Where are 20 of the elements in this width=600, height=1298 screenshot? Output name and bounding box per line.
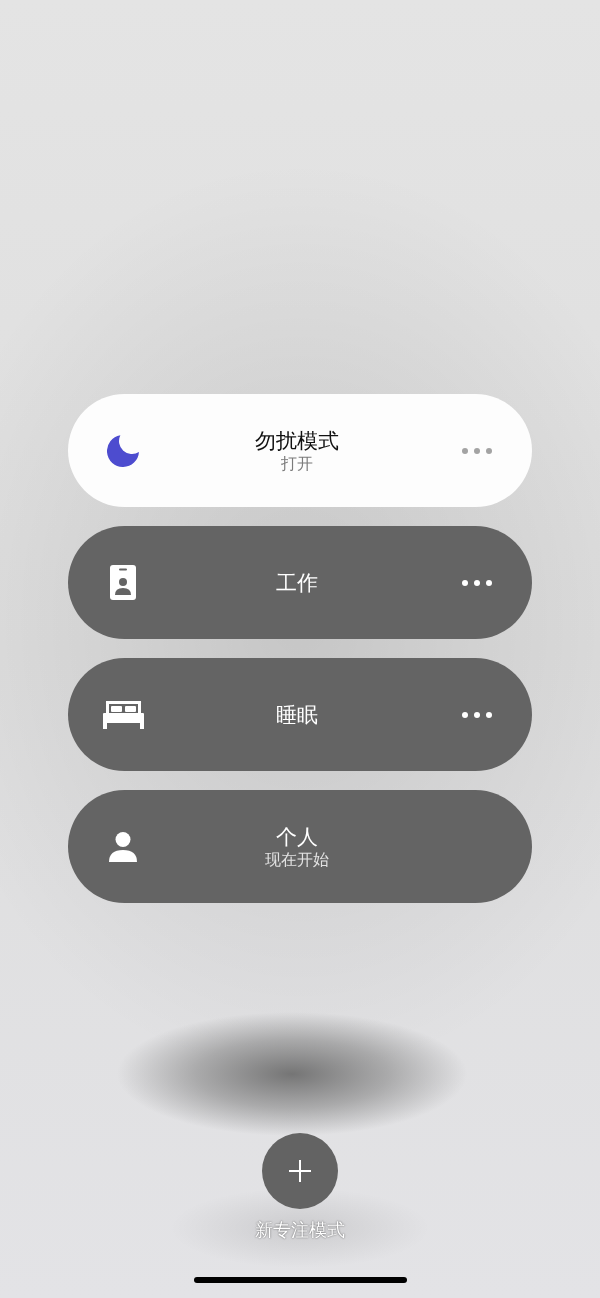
plus-icon [289,1160,311,1182]
moon-icon [107,434,139,467]
more-button[interactable] [462,711,492,718]
person-icon [109,831,137,862]
mode-status: 打开 [280,453,313,474]
focus-mode-button[interactable]: 勿扰模式 打开 [68,394,532,507]
focus-mode-button[interactable]: 个人 现在开始 [68,790,532,903]
mode-title: 勿扰模式 [254,427,339,454]
ellipsis-icon [462,579,492,586]
mode-title: 工作 [275,569,318,596]
bed-icon [102,700,144,729]
focus-mode-button[interactable]: 工作 [68,526,532,639]
ellipsis-icon [462,447,492,454]
more-button[interactable] [462,579,492,586]
mode-title: 个人 [275,823,318,850]
id-badge-icon [110,565,136,600]
focus-mode-button[interactable]: 睡眠 [68,658,532,771]
ellipsis-icon [462,711,492,718]
mode-status: 现在开始 [264,849,329,870]
mode-title: 睡眠 [275,701,318,728]
